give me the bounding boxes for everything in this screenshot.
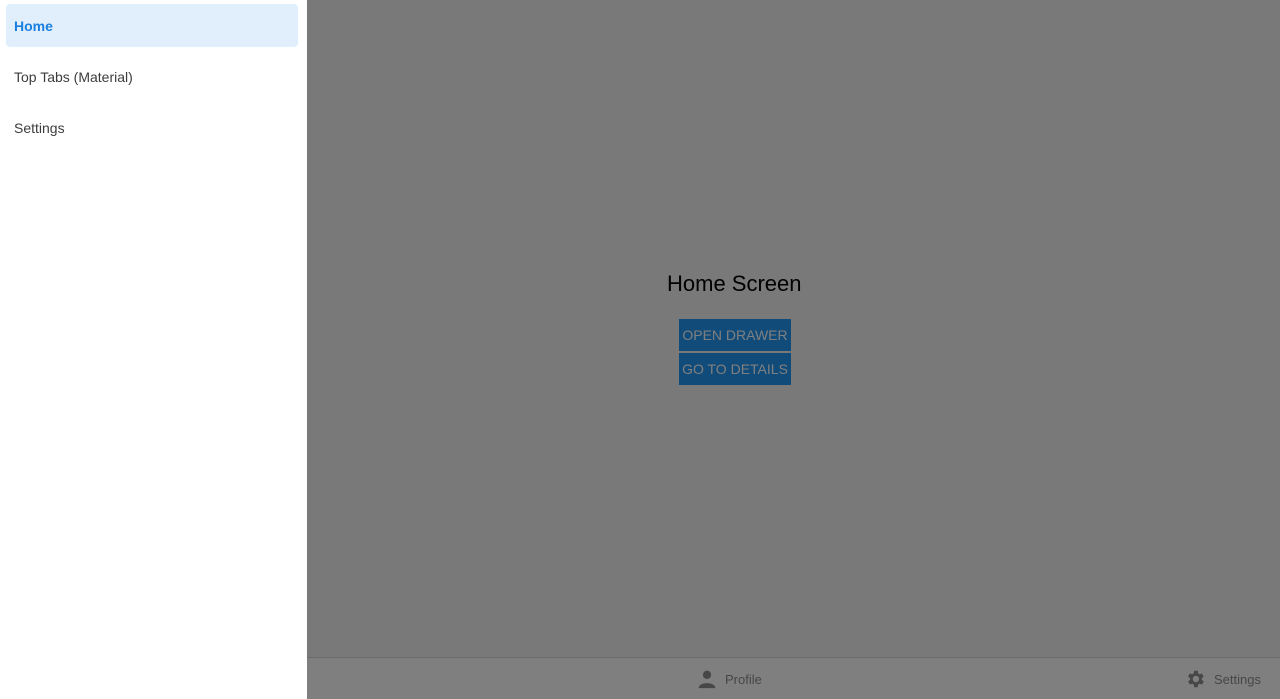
navigation-drawer: Home Top Tabs (Material) Settings (0, 0, 307, 699)
drawer-item-label: Top Tabs (Material) (14, 68, 133, 85)
app-root: Home Screen OPEN DRAWER GO TO DETAILS Pr… (0, 0, 1280, 699)
drawer-item-settings[interactable]: Settings (6, 106, 298, 149)
drawer-item-label: Home (14, 17, 53, 34)
drawer-item-top-tabs[interactable]: Top Tabs (Material) (6, 55, 298, 98)
drawer-item-label: Settings (14, 119, 65, 136)
drawer-item-home[interactable]: Home (6, 4, 298, 47)
